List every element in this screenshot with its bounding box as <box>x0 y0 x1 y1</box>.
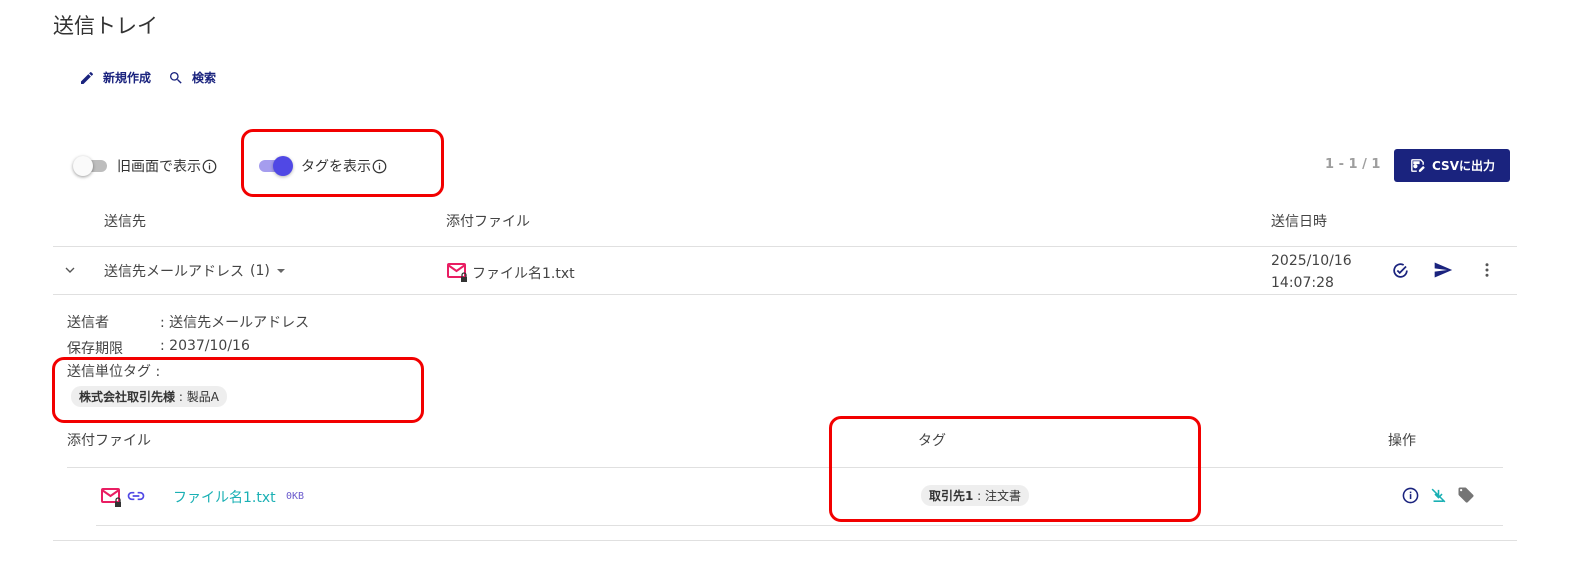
file-name-link[interactable]: ファイル名1.txt <box>173 487 276 507</box>
header-divider <box>53 246 1517 247</box>
sent-datetime: 2025/10/16 14:07:28 <box>1271 250 1352 294</box>
new-message-label: 新規作成 <box>103 71 152 85</box>
file-row-divider <box>96 525 1503 526</box>
subheader-divider <box>67 467 1503 468</box>
csv-export-icon <box>1411 159 1425 172</box>
row-divider <box>53 294 1517 295</box>
highlight-box-show-tags <box>241 129 444 197</box>
download-off-icon <box>1431 488 1445 502</box>
file-tag-button[interactable] <box>1455 484 1477 506</box>
attachment-name: ファイル名1.txt <box>472 266 575 282</box>
pagination-info: 1 - 1 / 1 <box>1325 157 1381 172</box>
new-message-button[interactable]: 新規作成 <box>79 69 151 86</box>
file-size: 0KB <box>286 491 305 502</box>
send-icon <box>1434 262 1453 278</box>
old-screen-toggle[interactable]: 旧画面で表示 <box>73 154 217 178</box>
sender-value: : 送信先メールアドレス <box>160 315 310 331</box>
file-download-disabled-button[interactable] <box>1427 484 1449 506</box>
sent-date: 2025/10/16 <box>1271 253 1352 269</box>
more-vert-icon <box>1485 263 1489 277</box>
search-icon <box>170 71 182 84</box>
highlight-box-file-tag <box>829 416 1201 522</box>
chevron-down-icon <box>65 267 75 273</box>
attachment-cell: ファイル名1.txt <box>446 262 575 284</box>
page-title: 送信トレイ <box>53 14 158 38</box>
collapse-row-button[interactable] <box>62 262 78 282</box>
bottom-divider <box>53 540 1517 541</box>
info-icon[interactable] <box>202 159 217 174</box>
old-screen-label: 旧画面で表示 <box>117 159 201 175</box>
locked-mail-icon <box>101 488 121 507</box>
header-sent-at: 送信日時 <box>1271 214 1327 230</box>
search-button[interactable]: 検索 <box>168 69 216 86</box>
resend-button[interactable] <box>1432 259 1454 281</box>
csv-export-button[interactable]: CSVに出力 <box>1394 149 1510 182</box>
check-circle-icon <box>1392 262 1408 278</box>
recipient-address: 送信先メールアドレス <box>104 264 244 280</box>
old-screen-switch[interactable] <box>73 154 109 178</box>
csv-export-label: CSVに出力 <box>1432 159 1495 173</box>
check-status-button[interactable] <box>1389 259 1411 281</box>
link-icon <box>127 491 145 501</box>
recipient-count: (1) <box>250 263 270 279</box>
subheader-file: 添付ファイル <box>67 433 151 449</box>
locked-mail-icon <box>447 263 467 282</box>
sent-time: 14:07:28 <box>1271 275 1334 291</box>
subheader-action: 操作 <box>1388 433 1416 449</box>
retention-label: 保存期限 <box>67 341 123 357</box>
file-link-button[interactable] <box>125 486 147 510</box>
header-recipient: 送信先 <box>104 214 146 230</box>
more-options-button[interactable] <box>1476 259 1498 281</box>
retention-value: : 2037/10/16 <box>160 338 250 354</box>
highlight-box-unit-tag <box>52 357 424 423</box>
sender-label: 送信者 <box>67 315 109 331</box>
header-attachment: 添付ファイル <box>446 214 530 230</box>
file-info-button[interactable] <box>1399 484 1421 506</box>
file-mail-icon-wrap <box>100 487 124 513</box>
dropdown-caret-icon[interactable] <box>276 266 286 276</box>
pencil-icon <box>81 71 94 84</box>
search-label: 検索 <box>192 71 217 85</box>
tag-icon <box>1458 487 1474 503</box>
recipient-cell[interactable]: 送信先メールアドレス (1) <box>104 261 286 281</box>
info-icon <box>1402 487 1418 503</box>
